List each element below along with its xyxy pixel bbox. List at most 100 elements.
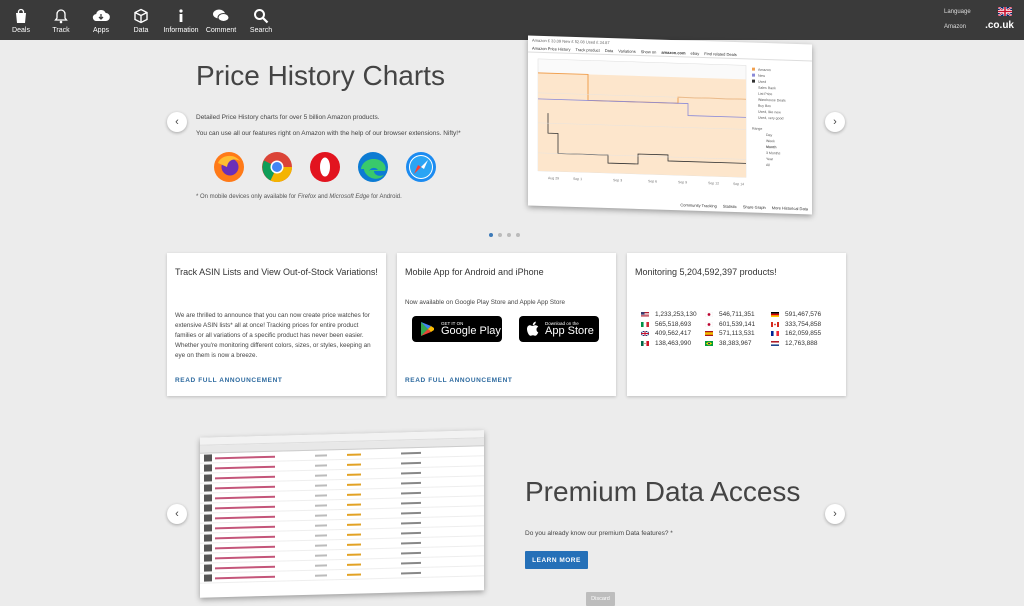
edge-icon[interactable]	[357, 151, 389, 183]
footnote-firefox: Firefox	[297, 194, 317, 200]
nl-flag-icon	[771, 340, 779, 346]
bell-icon	[52, 7, 70, 25]
nav-label: Information	[163, 26, 199, 34]
svg-text:All: All	[766, 163, 770, 167]
chevron-left-icon: ‹	[175, 116, 179, 128]
opera-icon[interactable]	[309, 151, 341, 183]
carousel-dot[interactable]	[498, 233, 502, 237]
carousel-indicators	[489, 233, 520, 237]
chevron-right-icon: ›	[833, 116, 837, 128]
mx-flag-icon	[641, 340, 649, 346]
footnote-and: and	[316, 194, 330, 200]
apple-icon	[527, 321, 539, 336]
premium-text: Do you already know our premium Data fea…	[525, 530, 673, 537]
stat-value: 138,463,990	[655, 339, 692, 347]
hero-footnote: * On mobile devices only available for F…	[196, 194, 402, 200]
stat-br: 38,383,967	[705, 339, 771, 349]
nav-search[interactable]: Search	[241, 0, 281, 40]
search-icon	[252, 7, 270, 25]
google-play-big: Google Play	[441, 325, 501, 337]
svg-text:Sep 12: Sep 12	[708, 181, 719, 185]
svg-text:Used: Used	[758, 80, 766, 84]
carousel-dot[interactable]	[516, 233, 520, 237]
google-play-icon	[421, 322, 434, 336]
carousel-next-button[interactable]: ›	[825, 112, 845, 132]
chart-shot-tab: Track product	[575, 47, 600, 53]
stat-value: 1,233,253,130	[655, 311, 697, 319]
stat-nl: 12,763,888	[771, 339, 837, 349]
learn-more-button[interactable]: LEARN MORE	[525, 551, 588, 569]
price-history-chart-screenshot: Amazon £ 33.09 New £ 52.08 Used £ 34.87 …	[528, 35, 812, 215]
footnote-edge: Microsoft Edge	[329, 194, 370, 200]
card-title: Monitoring 5,204,592,397 products!	[635, 267, 777, 277]
google-play-button[interactable]: GET IT ON Google Play	[412, 316, 502, 342]
carousel-prev-button[interactable]: ‹	[167, 112, 187, 132]
us-flag-icon	[641, 312, 649, 318]
footnote-suffix: for Android.	[369, 194, 402, 200]
svg-text:Week: Week	[766, 139, 775, 143]
amazon-domain[interactable]: .co.uk	[985, 20, 1014, 31]
chrome-icon[interactable]	[261, 151, 293, 183]
stat-value: 591,467,576	[785, 311, 822, 319]
br-flag-icon	[705, 340, 713, 346]
safari-icon[interactable]	[405, 151, 437, 183]
carousel2-next-button[interactable]: ›	[825, 504, 845, 524]
nav-label: Search	[249, 26, 273, 34]
nav-label: Data	[133, 26, 149, 34]
stat-value: 565,518,693	[655, 320, 692, 328]
stat-value: 409,562,417	[655, 330, 692, 338]
svg-text:Sep 6: Sep 6	[648, 179, 657, 183]
uk-flag-icon[interactable]	[998, 7, 1012, 16]
jp-flag-icon	[705, 312, 713, 318]
stat-ca: 333,754,858	[771, 320, 837, 330]
chevron-right-icon: ›	[833, 508, 837, 520]
chart-shot-tab: Variations	[618, 48, 636, 54]
svg-text:Used, like new: Used, like new	[758, 110, 781, 115]
svg-text:Sep 14: Sep 14	[733, 182, 744, 186]
read-announcement-link[interactable]: READ FULL ANNOUNCEMENT	[175, 377, 282, 384]
nav-data[interactable]: Data	[121, 0, 161, 40]
fr-flag-icon	[771, 331, 779, 337]
nav-label: Deals	[12, 26, 30, 34]
locale-selector[interactable]: Language Amazon .co.uk	[944, 4, 1014, 36]
discard-button[interactable]: Discard	[586, 592, 615, 606]
carousel2-prev-button[interactable]: ‹	[167, 504, 187, 524]
svg-text:List Price: List Price	[758, 92, 772, 96]
top-navigation: Deals Track Apps Data Information Commen…	[0, 0, 1024, 40]
svg-text:Sep 1: Sep 1	[573, 177, 582, 181]
stat-value: 12,763,888	[785, 339, 818, 347]
cube-icon	[132, 7, 150, 25]
nav-apps[interactable]: Apps	[81, 0, 121, 40]
amazon-label: Amazon	[944, 24, 967, 30]
svg-text:New: New	[758, 74, 765, 78]
comment-icon	[212, 7, 230, 25]
announcement-card-asin: Track ASIN Lists and View Out-of-Stock V…	[167, 253, 386, 396]
chart-shot-tab: Amazon Price History	[532, 45, 571, 52]
nav-track[interactable]: Track	[41, 0, 81, 40]
svg-text:Sep 9: Sep 9	[678, 180, 687, 184]
nav-label: Comment	[205, 26, 237, 34]
stat-mx: 138,463,990	[641, 339, 705, 349]
stat-value: 38,383,967	[719, 339, 752, 347]
nav-label: Apps	[93, 26, 109, 34]
nav-information[interactable]: Information	[161, 0, 201, 40]
premium-data-screenshot	[200, 430, 484, 598]
es-flag-icon	[705, 331, 713, 337]
chart-shot-tab: amazon.com	[661, 49, 686, 56]
stat-us: 1,233,253,130	[641, 310, 705, 320]
hero-title: Price History Charts	[196, 60, 445, 91]
card-text: Now available on Google Play Store and A…	[405, 299, 565, 306]
svg-text:3 Months: 3 Months	[766, 151, 781, 155]
firefox-icon[interactable]	[213, 151, 245, 183]
stat-de: 591,467,576	[771, 310, 837, 320]
read-announcement-link[interactable]: READ FULL ANNOUNCEMENT	[405, 377, 512, 384]
nav-deals[interactable]: Deals	[1, 0, 41, 40]
app-store-button[interactable]: Download on the App Store	[519, 316, 599, 342]
chart-shot-plot: Aug 29 Sep 1 Sep 3 Sep 6 Sep 9 Sep 12 Sep 14 A…	[537, 58, 786, 186]
svg-text:Warehouse Deals: Warehouse Deals	[758, 98, 786, 103]
carousel-dot[interactable]	[507, 233, 511, 237]
carousel-dot[interactable]	[489, 233, 493, 237]
it-flag-icon	[641, 321, 649, 327]
nav-items: Deals Track Apps Data Information Commen…	[1, 0, 281, 40]
nav-comment[interactable]: Comment	[201, 0, 241, 40]
